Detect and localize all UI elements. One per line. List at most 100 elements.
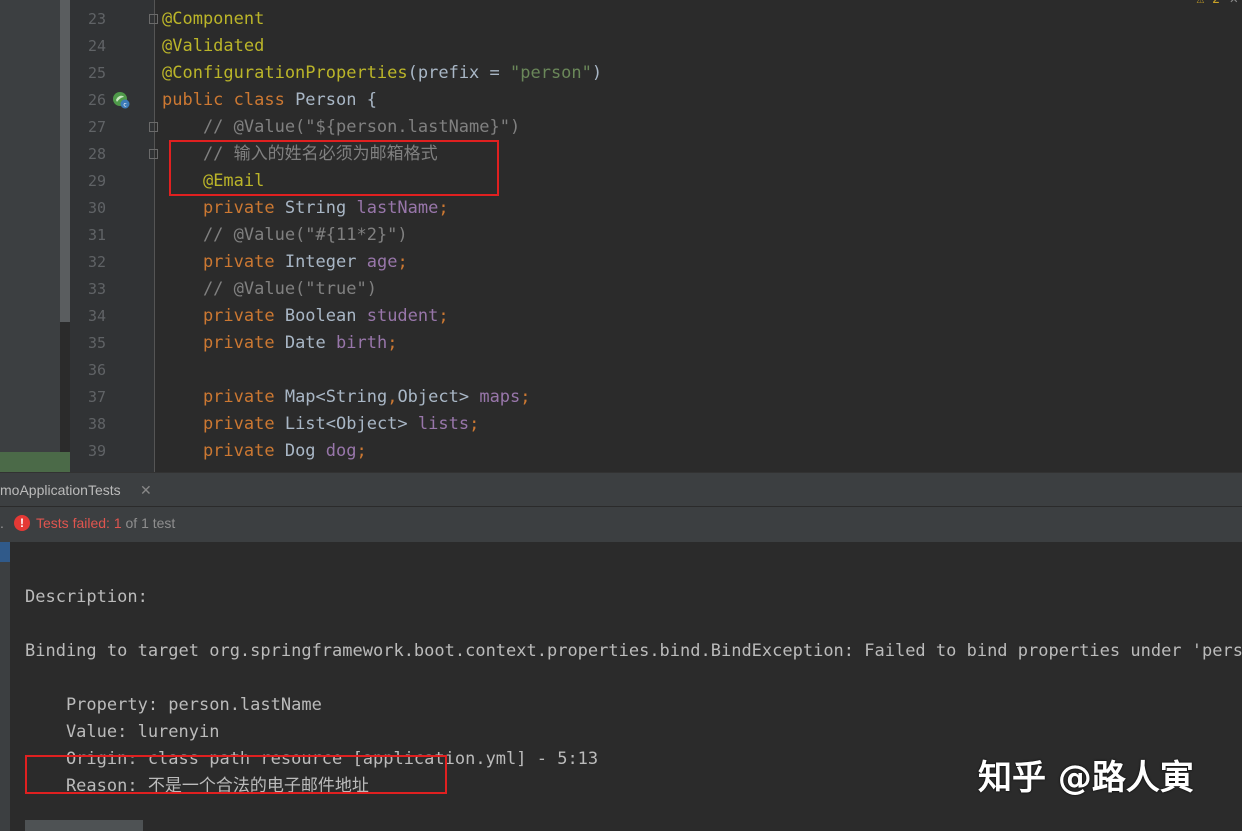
code-token: public class xyxy=(162,90,296,110)
code-token: ; xyxy=(356,441,367,461)
tab-close-icon[interactable]: ✕ xyxy=(140,473,152,507)
code-token: Map<String xyxy=(284,387,388,407)
code-token: (prefix = xyxy=(407,63,510,83)
line-number: 28 xyxy=(87,145,106,163)
console-line: Property: person.lastName xyxy=(25,695,322,715)
test-result-text: Tests failed: 1 of 1 test xyxy=(36,507,175,539)
code-token: birth xyxy=(336,333,388,353)
project-panel-scrollbar[interactable] xyxy=(60,0,70,322)
code-text: private Map<String,Object> maps; xyxy=(162,384,531,411)
code-token: List<Object> xyxy=(284,414,418,434)
code-text: // @Value("${person.lastName}") xyxy=(162,114,520,141)
code-text: private Boolean student; xyxy=(162,303,449,330)
code-editor[interactable]: 23 @Component 24 @Validated 25 @Configuration… xyxy=(0,0,1242,472)
code-token: // @Value("#{11*2}") xyxy=(162,225,408,245)
line-number: 34 xyxy=(87,307,106,325)
tests-failed-label: Tests failed: xyxy=(36,515,114,531)
line-number: 37 xyxy=(87,388,106,406)
code-line[interactable]: 30 private String lastName; xyxy=(70,195,1242,222)
code-line[interactable]: 38 private List<Object> lists; xyxy=(70,411,1242,438)
code-token: student xyxy=(366,306,439,326)
code-token: ; xyxy=(438,198,449,218)
code-token: lastName xyxy=(356,198,439,218)
line-number: 31 xyxy=(87,226,106,244)
code-token: ; xyxy=(387,333,398,353)
line-number: 33 xyxy=(87,280,106,298)
code-text: @ConfigurationProperties(prefix = "perso… xyxy=(162,60,602,87)
line-number: 25 xyxy=(87,64,106,82)
code-text: // @Value("#{11*2}") xyxy=(162,222,408,249)
code-line[interactable]: 24 @Validated xyxy=(70,33,1242,60)
code-line[interactable]: 37 private Map<String,Object> maps; xyxy=(70,384,1242,411)
line-number: 23 xyxy=(87,10,106,28)
line-number: 32 xyxy=(87,253,106,271)
code-token: Person { xyxy=(295,90,377,110)
code-token: ; xyxy=(520,387,531,407)
code-line[interactable]: 35 private Date birth; xyxy=(70,330,1242,357)
line-number: 27 xyxy=(87,118,106,136)
code-token: Boolean xyxy=(284,306,367,326)
watermark: 知乎 @路人寅 xyxy=(978,758,1194,798)
highlight-box-reason xyxy=(25,755,447,794)
code-text: private String lastName; xyxy=(162,195,449,222)
code-line[interactable]: 31 // @Value("#{11*2}") xyxy=(70,222,1242,249)
run-tool-window-tabs: moApplicationTests ✕ xyxy=(0,472,1242,507)
code-token: lists xyxy=(417,414,470,434)
code-token: @Component xyxy=(162,9,265,29)
code-line[interactable]: 23 @Component xyxy=(70,6,1242,33)
code-token: Integer xyxy=(284,252,367,272)
project-panel-edge xyxy=(0,0,60,452)
code-token: dog xyxy=(325,441,357,461)
close-icon[interactable]: ✕ xyxy=(1230,0,1238,7)
test-status-bar: . ! Tests failed: 1 of 1 test xyxy=(0,506,1242,543)
code-text: private List<Object> lists; xyxy=(162,411,479,438)
status-prefix: . xyxy=(0,515,4,531)
code-token: private xyxy=(162,387,285,407)
run-tab-label[interactable]: moApplicationTests xyxy=(0,473,121,507)
code-token: ; xyxy=(469,414,480,434)
spring-bean-icon[interactable]: c xyxy=(112,91,130,109)
console-line: Description: xyxy=(25,587,148,607)
fold-marker-icon[interactable] xyxy=(149,14,158,24)
code-line[interactable]: 33 // @Value("true") xyxy=(70,276,1242,303)
code-text: @Validated xyxy=(162,33,264,60)
code-token: private xyxy=(162,306,285,326)
code-text: @Component xyxy=(162,6,264,33)
code-token: Object> xyxy=(397,387,480,407)
code-text: private Dog dog; xyxy=(162,438,367,465)
code-token: String xyxy=(284,198,357,218)
code-token: private xyxy=(162,333,285,353)
fold-marker-icon[interactable] xyxy=(149,149,158,159)
code-line[interactable]: 25 @ConfigurationProperties(prefix = "per… xyxy=(70,60,1242,87)
code-token: private xyxy=(162,252,285,272)
inspection-warnings[interactable]: ⚠ 2 xyxy=(1197,0,1220,7)
warning-count: 2 xyxy=(1212,0,1220,7)
fold-marker-icon[interactable] xyxy=(149,122,158,132)
code-token: age xyxy=(366,252,398,272)
code-token: // @Value("${person.lastName}") xyxy=(162,117,521,137)
code-line[interactable]: 32 private Integer age; xyxy=(70,249,1242,276)
code-text: public class Person { xyxy=(162,87,377,114)
error-icon: ! xyxy=(14,515,30,531)
code-token: "person" xyxy=(510,63,592,83)
code-line[interactable]: 34 private Boolean student; xyxy=(70,303,1242,330)
horizontal-scrollbar[interactable] xyxy=(25,820,143,831)
line-number: 39 xyxy=(87,442,106,460)
code-text: private Integer age; xyxy=(162,249,408,276)
tests-total: of 1 test xyxy=(121,515,176,531)
line-number: 24 xyxy=(87,37,106,55)
code-token: , xyxy=(387,387,398,407)
code-token: private xyxy=(162,414,285,434)
code-line[interactable]: 27 // @Value("${person.lastName}") xyxy=(70,114,1242,141)
code-text: // @Value("true") xyxy=(162,276,377,303)
code-token: private xyxy=(162,441,285,461)
console-left-toolbar xyxy=(0,542,10,831)
code-line[interactable]: 26 public class Person { xyxy=(70,87,1242,114)
console-toolbar-marker xyxy=(0,542,10,562)
code-line[interactable]: 39 private Dog dog; xyxy=(70,438,1242,465)
code-line[interactable]: 36 xyxy=(70,357,1242,384)
code-token: ) xyxy=(591,63,603,83)
svg-text:c: c xyxy=(123,102,126,109)
code-token: ; xyxy=(397,252,408,272)
console-line: Binding to target org.springframework.bo… xyxy=(25,641,1242,661)
